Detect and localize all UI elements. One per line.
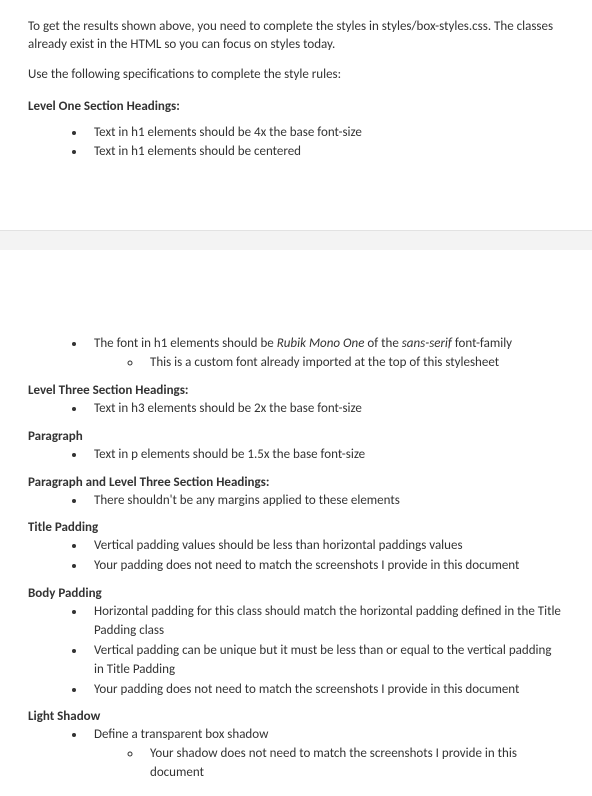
level-three-list: Text in h3 elements should be 2x the bas… xyxy=(28,400,564,419)
list-item: Define a transparent box shadow Your sha… xyxy=(86,726,564,783)
list-item: Text in h3 elements should be 2x the bas… xyxy=(86,400,564,419)
top-section: To get the results shown above, you need… xyxy=(0,0,592,180)
paragraph-h3-list: There shouldn't be any margins applied t… xyxy=(28,492,564,511)
list-item: Vertical padding can be unique but it mu… xyxy=(86,642,564,680)
list-item: Horizontal padding for this class should… xyxy=(86,603,564,641)
title-padding-heading: Title Padding xyxy=(28,520,564,535)
list-item: There shouldn't be any margins applied t… xyxy=(86,492,564,511)
light-shadow-heading: Light Shadow xyxy=(28,709,564,724)
text: Define a transparent box shadow xyxy=(94,727,268,742)
list-item: Your shadow does not need to match the s… xyxy=(142,745,564,783)
text: of the xyxy=(364,336,401,351)
text: The font in h1 elements should be xyxy=(94,336,277,351)
paragraph-heading: Paragraph xyxy=(28,429,564,444)
list-item: Text in h1 elements should be 4x the bas… xyxy=(86,124,564,143)
font-sub-list: This is a custom font already imported a… xyxy=(94,354,564,373)
paragraph-list: Text in p elements should be 1.5x the ba… xyxy=(28,446,564,465)
intro-paragraph: To get the results shown above, you need… xyxy=(28,18,564,54)
body-padding-heading: Body Padding xyxy=(28,586,564,601)
body-padding-list: Horizontal padding for this class should… xyxy=(28,603,564,699)
subintro-paragraph: Use the following specifications to comp… xyxy=(28,66,564,84)
font-name-emphasis: Rubik Mono One xyxy=(277,336,365,351)
bottom-section: The font in h1 elements should be Rubik … xyxy=(0,335,592,796)
list-item: Your padding does not need to match the … xyxy=(86,681,564,700)
list-item: The font in h1 elements should be Rubik … xyxy=(86,335,564,373)
list-item: Vertical padding values should be less t… xyxy=(86,537,564,556)
level-three-heading: Level Three Section Headings: xyxy=(28,383,564,398)
font-family-emphasis: sans-serif xyxy=(402,336,452,351)
list-item: Text in p elements should be 1.5x the ba… xyxy=(86,446,564,465)
list-item: Text in h1 elements should be centered xyxy=(86,143,564,162)
title-padding-list: Vertical padding values should be less t… xyxy=(28,537,564,576)
level-one-heading: Level One Section Headings: xyxy=(28,99,564,114)
light-shadow-list: Define a transparent box shadow Your sha… xyxy=(28,726,564,783)
font-list: The font in h1 elements should be Rubik … xyxy=(28,335,564,373)
list-item: Your padding does not need to match the … xyxy=(86,557,564,576)
list-item: This is a custom font already imported a… xyxy=(142,354,564,373)
text: font-family xyxy=(452,336,512,351)
paragraph-h3-heading: Paragraph and Level Three Section Headin… xyxy=(28,475,564,490)
level-one-list: Text in h1 elements should be 4x the bas… xyxy=(28,124,564,163)
shadow-sub-list: Your shadow does not need to match the s… xyxy=(94,745,564,783)
page-gap-divider xyxy=(0,230,592,250)
